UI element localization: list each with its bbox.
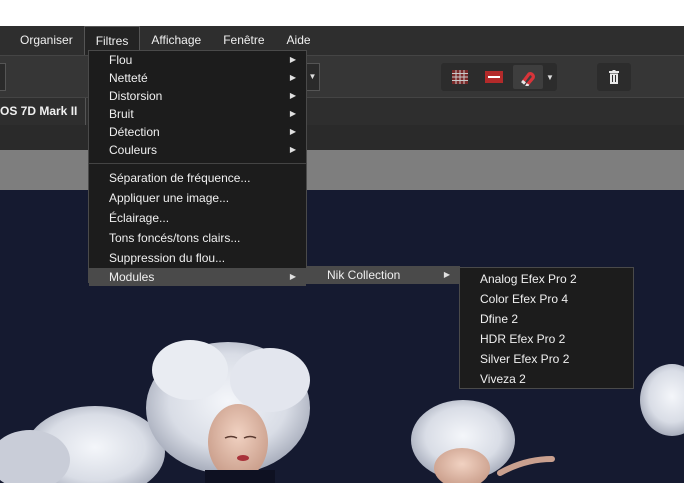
submenu-arrow-icon: ▶ — [289, 73, 296, 82]
menu-item-label: Appliquer une image... — [109, 191, 230, 205]
menu-item-label: Modules — [109, 270, 155, 284]
menu-item-eclairage[interactable]: Éclairage... — [89, 208, 306, 228]
menu-item-distorsion[interactable]: Distorsion ▶ — [89, 87, 306, 105]
delete-button[interactable] — [597, 63, 631, 91]
submenu-arrow-icon: ▶ — [289, 55, 296, 64]
submenu-arrow-icon: ▶ — [289, 91, 296, 100]
menu-item-label: Détection — [109, 125, 160, 139]
snap-button[interactable] — [513, 65, 543, 89]
menu-item-label: Couleurs — [109, 143, 158, 157]
menu-item-label: Bruit — [109, 107, 134, 121]
menu-item-flou[interactable]: Flou ▶ — [89, 51, 306, 69]
toolbar-dropdown-caret[interactable]: ▼ — [306, 63, 320, 91]
menu-item-color-efex[interactable]: Color Efex Pro 4 — [460, 289, 633, 309]
camera-model-label: OS 7D Mark II — [0, 98, 87, 125]
menu-item-label: HDR Efex Pro 2 — [480, 332, 566, 346]
trash-icon — [609, 70, 619, 84]
submenu-arrow-icon: ▶ — [289, 127, 296, 136]
menu-item-silver-efex[interactable]: Silver Efex Pro 2 — [460, 349, 633, 369]
menu-item-label: Nik Collection — [327, 268, 401, 282]
menu-item-label: Dfine 2 — [480, 312, 519, 326]
nik-collection-submenu: Analog Efex Pro 2 Color Efex Pro 4 Dfine… — [459, 267, 634, 389]
menu-item-label: Color Efex Pro 4 — [480, 292, 569, 306]
menu-item-modules[interactable]: Modules ▶ — [89, 268, 306, 286]
menu-item-label: Silver Efex Pro 2 — [480, 352, 570, 366]
menu-item-label: Analog Efex Pro 2 — [480, 272, 577, 286]
magnet-icon — [521, 72, 535, 86]
menu-item-label: Distorsion — [109, 89, 163, 103]
menu-item-couleurs[interactable]: Couleurs ▶ — [89, 141, 306, 159]
menu-item-analog-efex[interactable]: Analog Efex Pro 2 — [460, 269, 633, 289]
guides-button[interactable] — [479, 65, 509, 89]
minus-box-icon — [485, 71, 503, 83]
menu-item-suppression-flou[interactable]: Suppression du flou... — [89, 248, 306, 268]
menu-item-bruit[interactable]: Bruit ▶ — [89, 105, 306, 123]
menu-item-appliquer-image[interactable]: Appliquer une image... — [89, 188, 306, 208]
menu-item-label: Viveza 2 — [480, 372, 526, 386]
submenu-arrow-icon: ▶ — [443, 270, 450, 279]
menu-item-dfine[interactable]: Dfine 2 — [460, 309, 633, 329]
submenu-arrow-icon: ▶ — [289, 272, 296, 281]
snap-options-caret[interactable]: ▼ — [543, 65, 557, 89]
menu-item-label: Flou — [109, 53, 133, 67]
menu-organiser[interactable]: Organiser — [0, 26, 84, 55]
menu-item-nik-collection[interactable]: Nik Collection ▶ — [306, 266, 460, 284]
menu-item-label: Éclairage... — [109, 211, 170, 225]
menu-item-hdr-efex[interactable]: HDR Efex Pro 2 — [460, 329, 633, 349]
menu-item-label: Netteté — [109, 71, 148, 85]
toolbar-field[interactable] — [0, 63, 6, 91]
menu-item-detection[interactable]: Détection ▶ — [89, 123, 306, 141]
menu-item-separation-frequence[interactable]: Séparation de fréquence... — [89, 168, 306, 188]
menu-item-tons-fonces-clairs[interactable]: Tons foncés/tons clairs... — [89, 228, 306, 248]
modules-submenu: Nik Collection ▶ — [306, 266, 460, 284]
menu-item-nettete[interactable]: Netteté ▶ — [89, 69, 306, 87]
grid-button[interactable] — [445, 65, 475, 89]
submenu-arrow-icon: ▶ — [289, 109, 296, 118]
menu-item-label: Séparation de fréquence... — [109, 171, 251, 185]
menu-item-viveza[interactable]: Viveza 2 — [460, 369, 633, 389]
menu-item-label: Suppression du flou... — [109, 251, 226, 265]
filtres-dropdown-menu: Flou ▶ Netteté ▶ Distorsion ▶ Bruit ▶ Détect… — [88, 50, 307, 286]
grid-icon — [452, 70, 468, 84]
menu-item-label: Tons foncés/tons clairs... — [109, 231, 241, 245]
toolbar-tool-group: ▼ — [441, 63, 557, 91]
submenu-arrow-icon: ▶ — [289, 145, 296, 154]
